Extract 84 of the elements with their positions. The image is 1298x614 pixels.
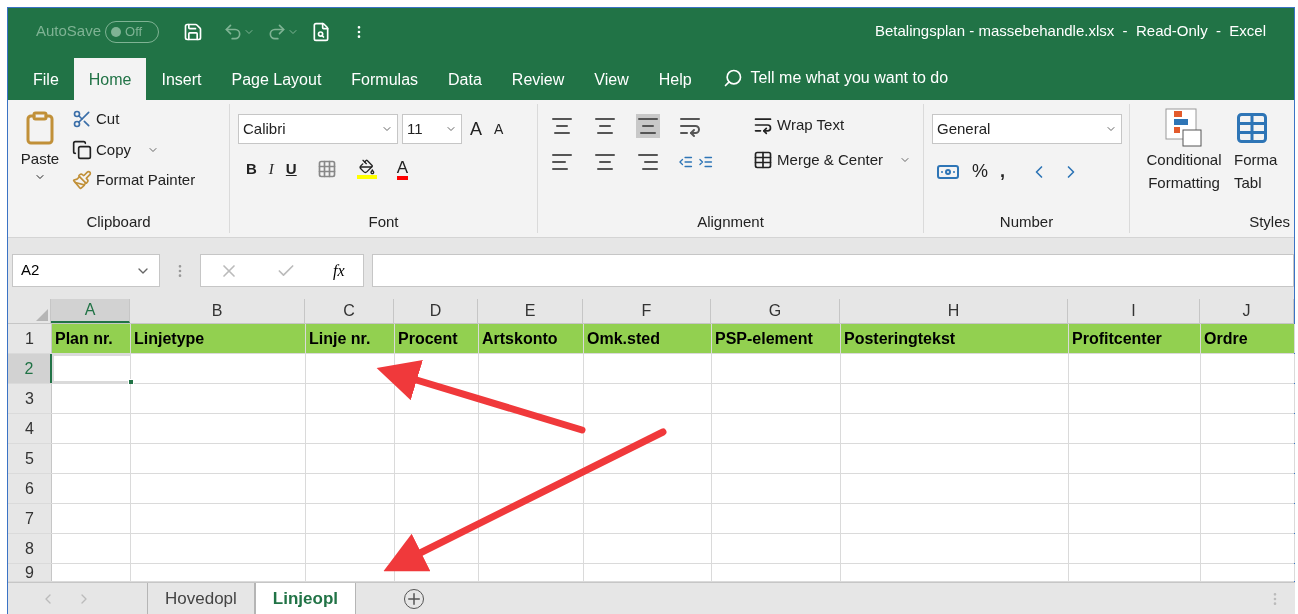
wrap-text-button[interactable]: Wrap Text: [753, 114, 911, 137]
format-as-table-button[interactable]: Forma Tabl: [1234, 108, 1278, 194]
window-title: Betalingsplan - massebehandle.xlsx - Read-Only - Excel: [875, 21, 1266, 42]
table-cell[interactable]: Artskonto: [479, 324, 584, 353]
ribbon-tab[interactable]: Insert: [146, 58, 217, 100]
ribbon-tab[interactable]: Help: [643, 58, 707, 100]
table-cell[interactable]: Plan nr.: [52, 324, 131, 353]
wrap-icon: [753, 115, 774, 136]
copy-icon: [72, 139, 92, 160]
copy-button[interactable]: Copy: [72, 138, 196, 161]
font-color-button[interactable]: A: [396, 158, 409, 180]
paintbrush-icon: [72, 170, 92, 191]
table-cell[interactable]: Posteringtekst: [841, 324, 1069, 353]
ribbon-tab[interactable]: View: [579, 58, 644, 100]
column-header[interactable]: H: [840, 299, 1068, 323]
autosave-label: AutoSave: [36, 21, 102, 42]
underline-button[interactable]: U: [285, 158, 297, 181]
shrink-font-button[interactable]: A: [494, 118, 504, 140]
column-header[interactable]: A: [51, 299, 130, 323]
percent-button[interactable]: %: [972, 158, 988, 185]
grow-font-button[interactable]: A: [470, 115, 482, 143]
column-header[interactable]: B: [130, 299, 305, 323]
merge-icon: [753, 149, 774, 170]
conditional-formatting-icon: [1165, 108, 1203, 148]
font-size-field[interactable]: 11: [402, 114, 462, 144]
column-header[interactable]: G: [711, 299, 840, 323]
row-header[interactable]: 7: [8, 504, 52, 533]
table-cell[interactable]: Ordre: [1201, 324, 1295, 353]
row-header[interactable]: 8: [8, 534, 52, 563]
table-cell[interactable]: Profitcenter: [1069, 324, 1201, 353]
column-header[interactable]: C: [305, 299, 394, 323]
sheet-tab[interactable]: Hovedopl: [147, 583, 255, 614]
format-painter-button[interactable]: Format Painter: [72, 169, 196, 192]
table-cell[interactable]: [52, 354, 131, 383]
row-header[interactable]: 6: [8, 474, 52, 503]
ribbon-tab[interactable]: Formulas: [336, 58, 434, 100]
font-name-field[interactable]: Calibri: [238, 114, 398, 144]
group-label: Clipboard: [86, 212, 151, 232]
italic-button[interactable]: I: [268, 158, 274, 181]
group-label: Font: [368, 212, 399, 232]
column-header[interactable]: F: [583, 299, 711, 323]
ribbon-tab[interactable]: File: [18, 58, 74, 100]
save-icon[interactable]: [183, 21, 204, 42]
row-header[interactable]: 3: [8, 384, 52, 413]
table-cell[interactable]: Omk.sted: [584, 324, 712, 353]
fill-color-icon[interactable]: [356, 159, 377, 180]
name-box[interactable]: A2: [12, 254, 160, 287]
scissors-icon: [72, 109, 92, 130]
ribbon-tab[interactable]: Data: [433, 58, 497, 100]
column-header[interactable]: E: [478, 299, 583, 323]
table-cell[interactable]: Linjetype: [131, 324, 306, 353]
table-cell[interactable]: Linje nr.: [306, 324, 395, 353]
row-header[interactable]: 9: [8, 564, 52, 581]
bold-button[interactable]: B: [246, 158, 257, 181]
comma-button[interactable]: ,: [1000, 158, 1006, 185]
print-preview-icon[interactable]: [311, 21, 332, 42]
search-icon: [722, 68, 743, 88]
conditional-formatting-button[interactable]: Conditional Formatting: [1138, 108, 1230, 194]
ribbon-tab[interactable]: Page Layout: [216, 58, 337, 100]
ribbon-tab[interactable]: Home: [73, 58, 147, 100]
group-label: Alignment: [697, 212, 764, 232]
group-label: Number: [999, 212, 1054, 232]
merge-center-button[interactable]: Merge & Center: [753, 148, 911, 171]
row-header[interactable]: 1: [8, 324, 52, 353]
cut-button[interactable]: Cut: [72, 108, 196, 131]
number-format-field[interactable]: General: [932, 114, 1122, 144]
paste-button[interactable]: Paste: [16, 108, 64, 211]
borders-icon[interactable]: [316, 159, 337, 180]
row-header[interactable]: 5: [8, 444, 52, 473]
column-header[interactable]: D: [394, 299, 478, 323]
ribbon-tab[interactable]: Review: [496, 58, 580, 100]
select-all-icon[interactable]: [36, 309, 48, 321]
column-header[interactable]: I: [1068, 299, 1200, 323]
table-cell[interactable]: PSP-element: [712, 324, 841, 353]
column-header[interactable]: J: [1200, 299, 1294, 323]
redo-icon[interactable]: [267, 21, 288, 42]
tell-me-field[interactable]: Tell me what you want to do: [722, 66, 949, 90]
table-cell[interactable]: Procent: [395, 324, 479, 353]
group-label: Styles: [1249, 212, 1290, 232]
formula-field[interactable]: [372, 254, 1294, 287]
row-header[interactable]: 4: [8, 414, 52, 443]
row-header[interactable]: 2: [8, 354, 52, 383]
sheet-tab[interactable]: Linjeopl: [254, 583, 356, 614]
insert-function-button[interactable]: fx: [333, 258, 345, 283]
